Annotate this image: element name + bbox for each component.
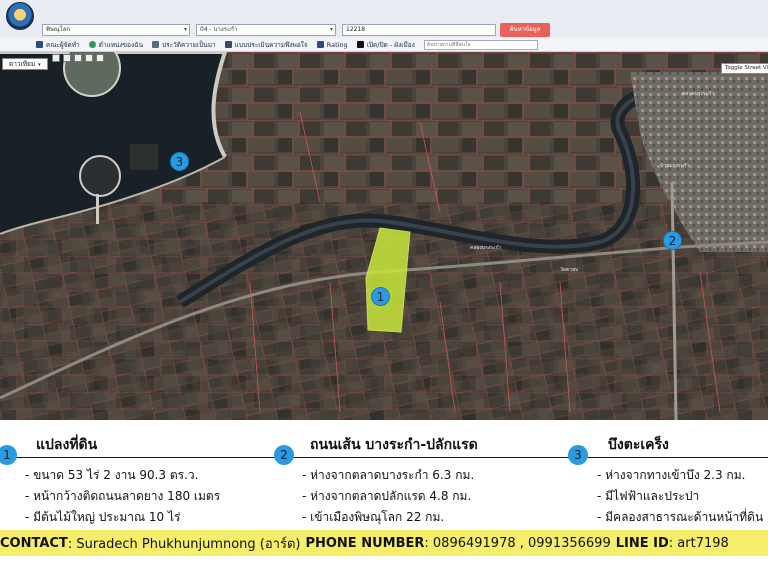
section-marker: 3 — [568, 445, 588, 465]
toggle-street-view-button[interactable]: Toggle Street View — [721, 63, 768, 74]
toolbar-item-rating[interactable]: Rating — [316, 40, 348, 49]
contact-bar: CONTACT: Suradech Phukhunjumnong (อาร์ต)… — [0, 530, 768, 556]
chevron-down-icon: ▾ — [183, 26, 187, 33]
rating-icon — [316, 41, 324, 48]
list-item: - ห่างจากตลาดบางระกำ 6.3 กม. — [302, 468, 475, 482]
place-label: บ้านบางระกำ — [660, 163, 690, 169]
draw-tool-icon[interactable] — [74, 54, 82, 62]
list-item: - มีต้นไม้ใหญ่ ประมาณ 10 ไร่ — [25, 510, 181, 524]
toolbar: คณะผู้จัดทำ ตำแหน่งของฉัน ประวัติความเป็… — [0, 38, 768, 52]
satellite-map[interactable]: ดาวเทียม▾ Toggle Street View 3 1 2 ตลาดบ… — [0, 52, 768, 420]
list-item: - ขนาด 53 ไร่ 2 งาน 90.3 ตร.ว. — [25, 468, 199, 482]
chevron-down-icon: ▾ — [38, 62, 41, 68]
clear-tool-icon[interactable] — [96, 54, 104, 62]
section-list-road: - ห่างจากตลาดบางระกำ 6.3 กม. - ห่างจากตล… — [302, 465, 474, 528]
province-select-value: พิษณุโลก — [46, 26, 71, 33]
page-root: พิษณุโลก ▾ 04 - บางระกำ ▾ 12218 ค้นหาข้อ… — [0, 0, 768, 576]
section-list-land: - ขนาด 53 ไร่ 2 งาน 90.3 ตร.ว. - หน้ากว้… — [25, 465, 220, 528]
map-type-value: ดาวเทียม — [9, 60, 36, 68]
map-drawing-tools — [52, 54, 104, 63]
search-button[interactable]: ค้นหาข้อมูล — [500, 23, 550, 37]
section-title-road: ถนนเส้น บางระกำ-ปลักแรด — [310, 437, 478, 453]
satellite-imagery — [0, 52, 768, 420]
phone-value: : 0896491978 , 0991356699 — [424, 535, 611, 551]
polygon-tool-icon[interactable] — [85, 54, 93, 62]
province-select[interactable]: พิษณุโลก ▾ — [42, 24, 190, 36]
line-value: : art7198 — [668, 535, 729, 551]
toolbar-item-label: ตำแหน่งของฉัน — [98, 40, 144, 49]
map-marker-road[interactable]: 2 — [663, 231, 682, 250]
list-item: - มีคลองสาธารณะด้านหน้าที่ดิน — [597, 510, 764, 524]
toolbar-item-history[interactable]: ประวัติความเป็นมา — [152, 40, 216, 50]
survey-icon — [224, 41, 232, 48]
line-label: LINE ID — [615, 535, 669, 551]
team-icon — [36, 41, 43, 48]
place-label: วัดตาลบ — [560, 267, 579, 273]
contact-label: CONTACT — [0, 535, 68, 551]
place-label: ตลาดบางระกำ — [682, 91, 714, 97]
section-title-lake: บึงตะเคร็ง — [608, 437, 669, 453]
list-item: - ห่างจากตลาดปลักแรด 4.8 กม. — [302, 489, 472, 503]
district-select-value: 04 - บางระกำ — [200, 26, 238, 33]
measure-tool-icon[interactable] — [63, 54, 71, 62]
map-marker-parcel[interactable]: 1 — [371, 287, 390, 306]
toolbar-item-city-plan[interactable]: เปิด/ปิด - ผังเมือง — [356, 40, 415, 50]
toolbar-item-label: Rating — [326, 40, 348, 49]
section-marker: 2 — [274, 445, 294, 465]
toolbar-item-my-location[interactable]: ตำแหน่งของฉัน — [88, 40, 144, 50]
toolbar-item-label: ประวัติความเป็นมา — [162, 40, 216, 49]
list-item: - มีไฟฟ้าและประปา — [597, 489, 700, 503]
toolbar-item-team[interactable]: คณะผู้จัดทำ — [36, 40, 80, 50]
layers-icon — [356, 41, 364, 48]
section-title-land: แปลงที่ดิน — [36, 437, 98, 453]
place-search-input[interactable]: ค้นหาสถานที่ที่สนใจ — [423, 39, 538, 50]
map-type-select[interactable]: ดาวเทียม ▾ — [2, 58, 48, 70]
phone-label: PHONE NUMBER — [305, 535, 425, 551]
search-header: พิษณุโลก ▾ 04 - บางระกำ ▾ 12218 ค้นหาข้อ… — [0, 0, 768, 38]
location-icon — [88, 41, 96, 48]
list-item: - เข้าเมืองพิษณุโลก 22 กม. — [302, 510, 445, 524]
chevron-down-icon: ▾ — [329, 26, 333, 33]
section-list-lake: - ห่างจากทางเข้าบึง 2.3 กม. - มีไฟฟ้าและ… — [597, 465, 763, 528]
list-item: - ห่างจากทางเข้าบึง 2.3 กม. — [597, 468, 746, 482]
toolbar-item-label: คณะผู้จัดทำ — [46, 40, 80, 49]
history-icon — [152, 41, 160, 48]
parcel-number-input[interactable]: 12218 — [342, 24, 496, 36]
toolbar-item-label: แบบประเมินความพึงพอใจ — [234, 40, 308, 49]
district-select[interactable]: 04 - บางระกำ ▾ — [196, 24, 336, 36]
section-divider — [0, 457, 768, 458]
place-label: คลองบางระกำ — [470, 245, 502, 251]
toolbar-item-label: เปิด/ปิด - ผังเมือง — [366, 40, 415, 49]
list-item: - หน้ากว้างติดถนนลาดยาง 180 เมตร — [25, 489, 221, 503]
section-marker: 1 — [0, 445, 17, 465]
toolbar-item-survey[interactable]: แบบประเมินความพึงพอใจ — [224, 40, 308, 50]
pan-tool-icon[interactable] — [52, 54, 60, 62]
contact-name: : Suradech Phukhunjumnong (อาร์ต) — [67, 536, 301, 552]
map-marker-lake[interactable]: 3 — [170, 152, 189, 171]
department-logo — [6, 2, 34, 30]
